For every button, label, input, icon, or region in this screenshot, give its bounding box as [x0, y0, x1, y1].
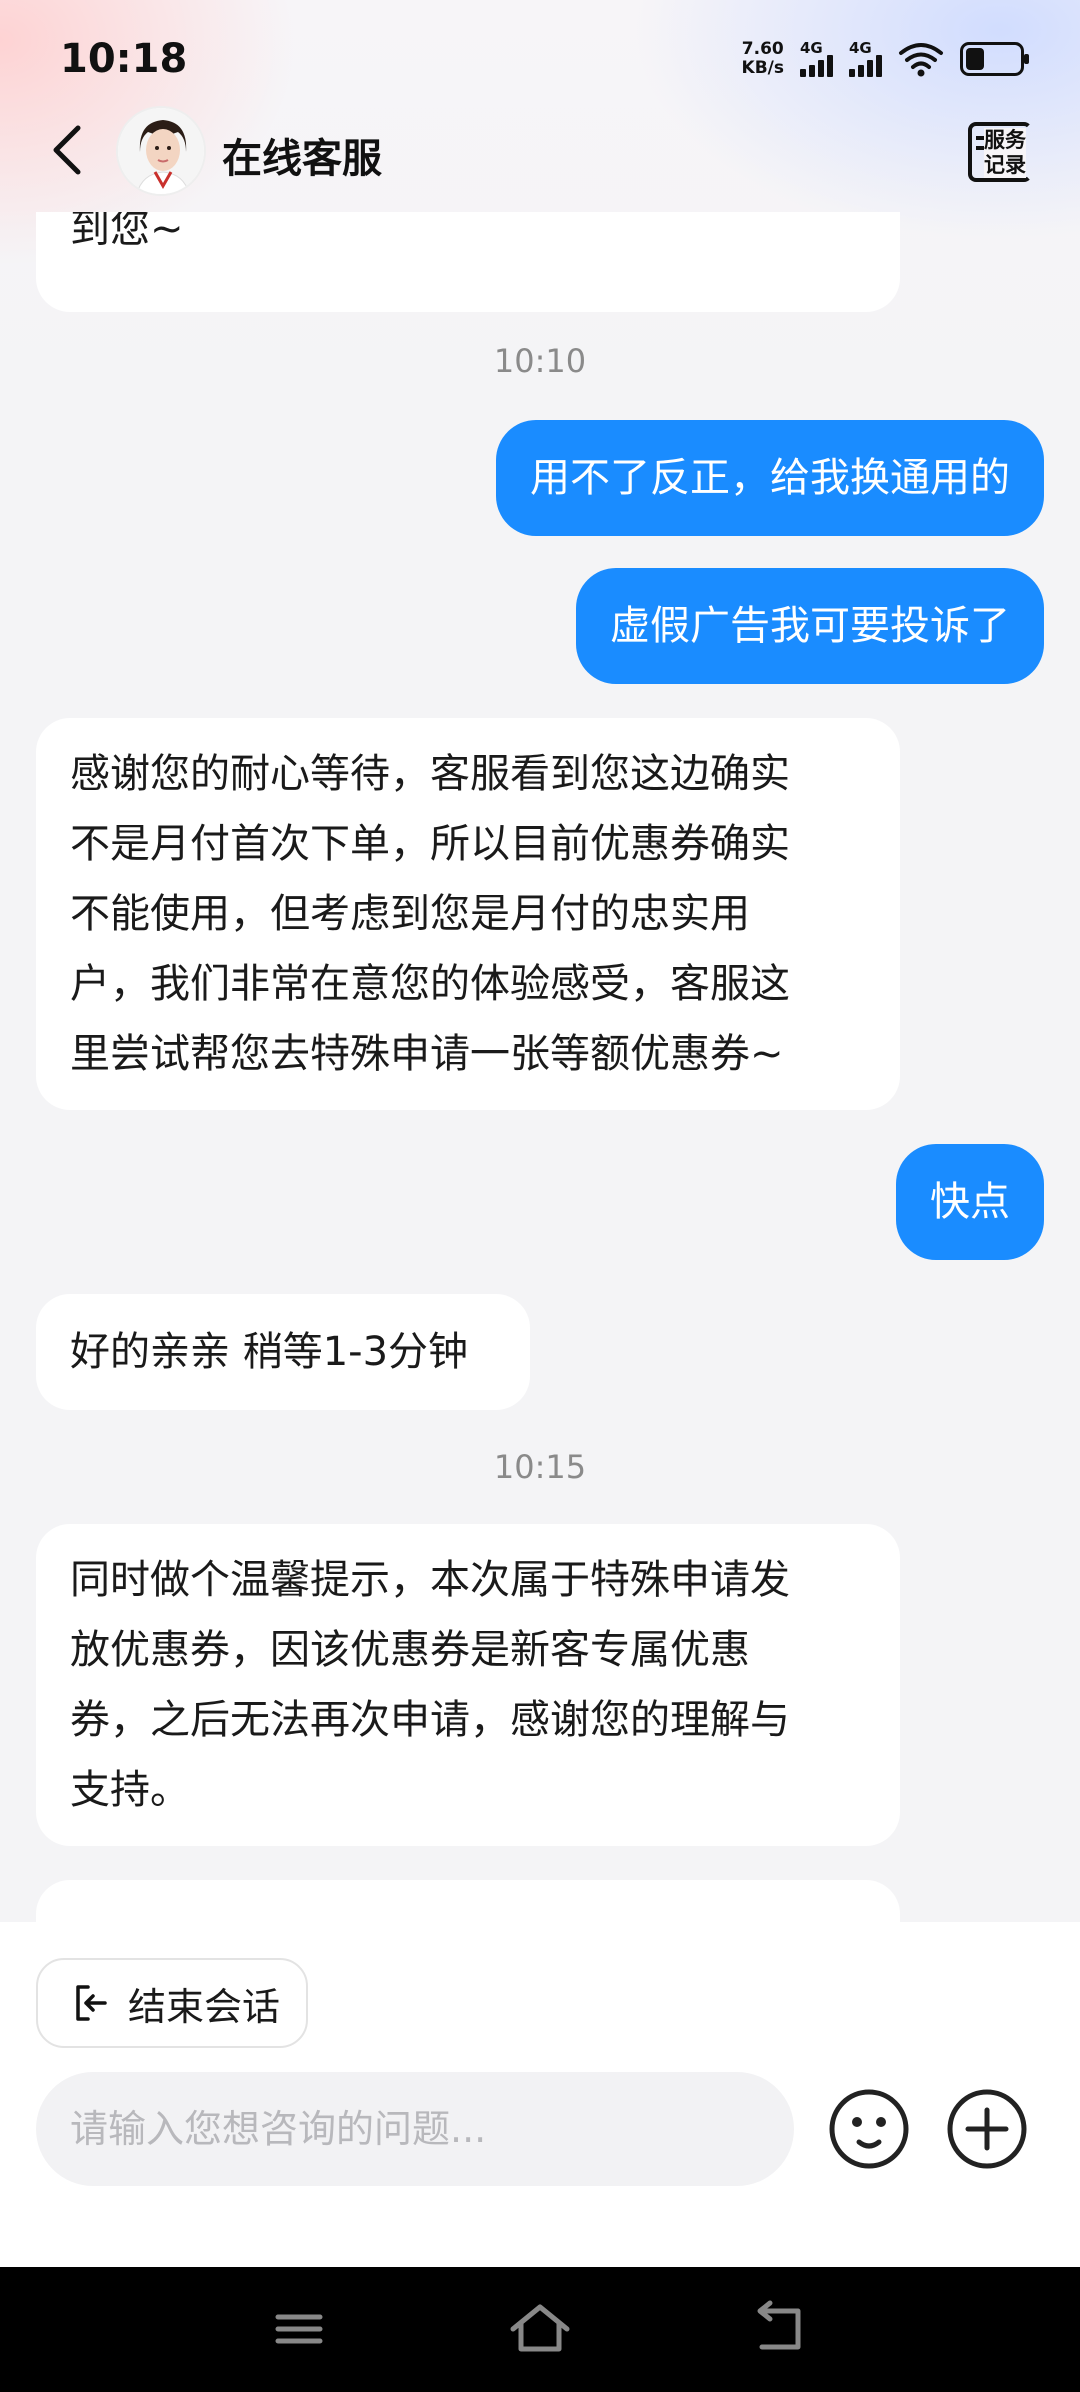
agent-message: 到您~	[36, 212, 900, 312]
sim1-signal-icon: 4G	[800, 41, 833, 77]
chat-title: 在线客服	[222, 136, 382, 182]
sim2-signal-icon: 4G	[849, 41, 882, 77]
chat-list[interactable]: 到您~ 10:10 用不了反正，给我换通用的 虚假广告我可要投诉了 感谢您的耐心…	[0, 212, 1080, 1922]
agent-avatar[interactable]	[116, 106, 206, 196]
agent-message-line: 户，我们非常在意您的体验感受，客服这	[70, 961, 790, 1007]
agent-message-text: 到您~	[70, 212, 184, 252]
network-speed: 7.60 KB/s	[742, 40, 784, 78]
agent-message-text: 好的亲亲 稍等1-3分钟	[70, 1329, 469, 1375]
status-time: 10:18	[60, 36, 188, 82]
agent-message-line: 同时做个温馨提示，本次属于特殊申请发	[70, 1557, 790, 1603]
back-arrow-icon[interactable]	[40, 120, 100, 180]
status-icons: 7.60 KB/s 4G 4G	[742, 40, 1029, 78]
sim2-label: 4G	[849, 39, 872, 57]
user-message: 用不了反正，给我换通用的	[496, 420, 1044, 536]
network-speed-unit: KB/s	[741, 58, 784, 78]
battery-icon	[960, 42, 1029, 76]
emoji-icon[interactable]	[828, 2088, 910, 2170]
user-message-text: 快点	[930, 1179, 1010, 1225]
timestamp: 10:10	[493, 342, 587, 380]
agent-message-line: 不是月付首次下单，所以目前优惠券确实	[70, 821, 790, 867]
wifi-icon	[899, 43, 943, 77]
user-message: 快点	[896, 1144, 1044, 1260]
agent-message: 感谢您的耐心等待，客服看到您这边确实 不是月付首次下单，所以目前优惠券确实 不能…	[36, 718, 900, 1110]
agent-message: 好的亲亲 稍等1-3分钟	[36, 1294, 530, 1410]
message-input[interactable]	[36, 2072, 794, 2186]
back-icon[interactable]	[744, 2297, 814, 2361]
home-icon[interactable]	[505, 2297, 575, 2361]
end-session-label: 结束会话	[128, 1984, 281, 2029]
service-record-button[interactable]: 服务 记录	[964, 118, 1036, 186]
agent-message-line: 放优惠券，因该优惠券是新客专属优惠	[70, 1627, 750, 1673]
end-session-button[interactable]: 结束会话	[36, 1958, 308, 2048]
sim1-label: 4G	[800, 39, 823, 57]
plus-icon[interactable]	[946, 2088, 1028, 2170]
screen: 10:18 7.60 KB/s 4G 4G 在线客服 服务 记录 到您~ 10:…	[0, 0, 1080, 2392]
agent-message-line: 感谢您的耐心等待，客服看到您这边确实	[70, 751, 790, 797]
service-record-label-1: 服务	[984, 128, 1026, 152]
agent-message: 同时做个温馨提示，本次属于特殊申请发 放优惠券，因该优惠券是新客专属优惠 券，之…	[36, 1524, 900, 1846]
input-area: 结束会话	[0, 1922, 1080, 2267]
user-message-text: 用不了反正，给我换通用的	[530, 455, 1010, 501]
user-message-text: 虚假广告我可要投诉了	[610, 603, 1010, 649]
system-nav-bar	[0, 2267, 1080, 2392]
agent-message-line: 券，之后无法再次申请，感谢您的理解与	[70, 1697, 790, 1743]
agent-message-partial	[36, 1880, 900, 1922]
agent-message-line: 不能使用，但考虑到您是月付的忠实用	[70, 891, 750, 937]
agent-message-line: 里尝试帮您去特殊申请一张等额优惠券~	[70, 1031, 784, 1077]
user-message: 虚假广告我可要投诉了	[576, 568, 1044, 684]
chat-header: 在线客服 服务 记录	[0, 100, 1080, 210]
network-speed-value: 7.60	[741, 39, 784, 59]
menu-icon[interactable]	[264, 2297, 334, 2361]
service-record-label-2: 记录	[984, 153, 1026, 177]
timestamp: 10:15	[493, 1448, 587, 1486]
agent-avatar-icon	[118, 108, 204, 194]
agent-message-line: 支持。	[70, 1767, 190, 1813]
exit-icon	[76, 1985, 107, 2021]
